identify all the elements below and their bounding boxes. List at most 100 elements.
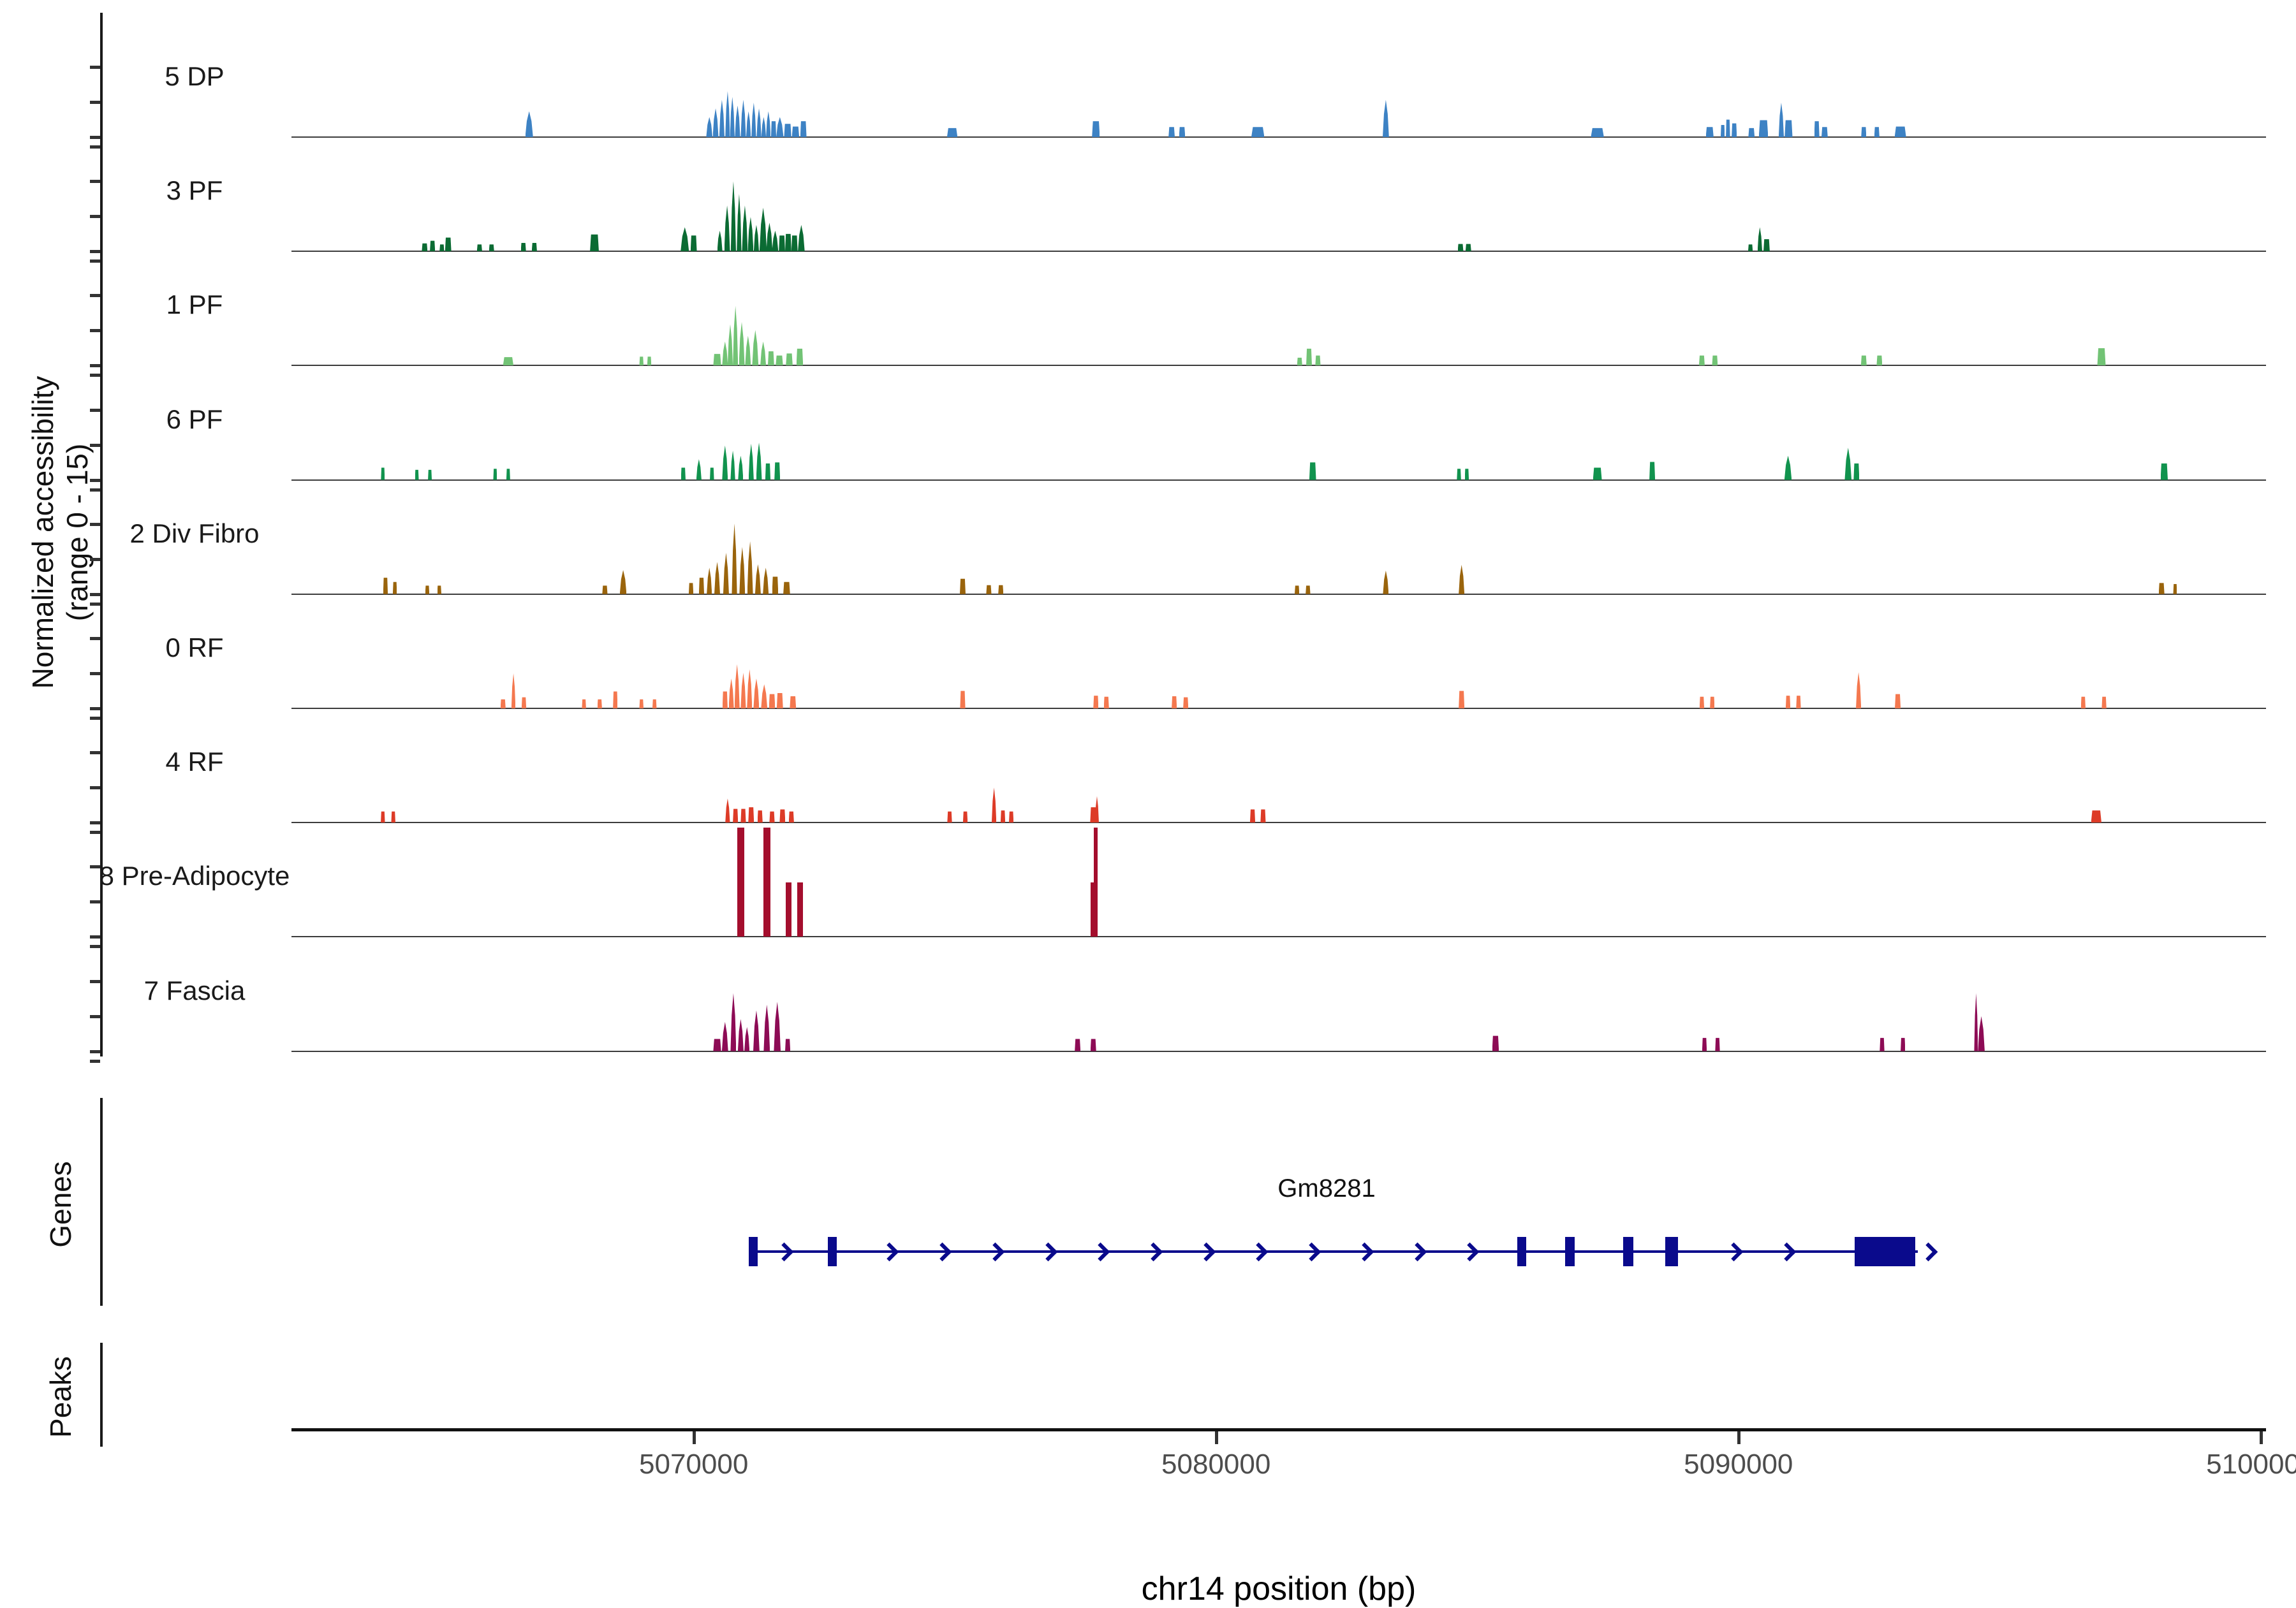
y-axis-tick [90, 900, 100, 903]
coverage-peak [786, 353, 793, 366]
coverage-peak [745, 336, 751, 366]
coverage-peak [797, 882, 803, 937]
coverage-peak [1856, 672, 1861, 708]
gene-exon [749, 1237, 758, 1266]
coverage-peak [960, 689, 965, 708]
coverage-peak [747, 217, 753, 251]
strand-arrow-icon [1408, 1243, 1427, 1262]
coverage-peak [493, 468, 497, 480]
track-baseline [291, 822, 2266, 823]
coverage-peak [740, 673, 746, 708]
strand-arrow-icon [1091, 1243, 1110, 1262]
coverage-peak [1183, 696, 1188, 708]
coverage-peak [521, 242, 526, 251]
y-axis-tick [90, 558, 100, 561]
coverage-peak [767, 223, 773, 251]
coverage-peak [1009, 810, 1013, 822]
track-label-7-fascia: 7 Fascia [35, 975, 354, 1007]
coverage-peak [771, 120, 776, 137]
coverage-peak [381, 467, 385, 480]
coverage-peak [1001, 810, 1005, 823]
coverage-peak [766, 112, 770, 138]
coverage-peak [2173, 583, 2177, 594]
x-axis-tick-label: 5070000 [592, 1449, 796, 1480]
coverage-peak [639, 356, 644, 365]
coverage-peak [425, 585, 430, 594]
coverage-peak [963, 810, 968, 822]
coverage-peak [1094, 828, 1098, 937]
coverage-peak [438, 585, 442, 594]
coverage-peak [744, 1027, 749, 1051]
coverage-peak [391, 810, 395, 822]
strand-arrow-icon [1144, 1243, 1163, 1262]
strand-arrow-icon [1355, 1243, 1374, 1262]
coverage-peak [740, 808, 746, 822]
coverage-peak [785, 233, 791, 252]
y-axis-tick [90, 409, 100, 412]
coverage-peak [489, 244, 494, 252]
coverage-peak [2097, 347, 2105, 366]
coverage-peak [740, 100, 746, 138]
coverage-peak [748, 806, 754, 822]
coverage-peak [1492, 1035, 1499, 1051]
coverage-peak [1593, 467, 1602, 480]
coverage-peak [2081, 696, 2086, 708]
coverage-peak [769, 810, 774, 822]
coverage-peak [689, 582, 693, 594]
coverage-peak [1710, 696, 1714, 708]
coverage-peak [1844, 448, 1851, 479]
coverage-peak [1880, 1037, 1884, 1051]
y-axis-tick [90, 603, 100, 606]
coverage-peak [1458, 244, 1464, 252]
coverage-peak [1250, 808, 1255, 823]
strand-arrow-icon [1725, 1243, 1744, 1262]
coverage-peak [1699, 354, 1705, 365]
coverage-peak [742, 205, 747, 251]
track-baseline [291, 1051, 2266, 1052]
coverage-peak [1168, 126, 1175, 137]
coverage-peak [503, 356, 513, 365]
coverage-peak [1092, 120, 1100, 137]
coverage-peak [746, 112, 751, 138]
coverage-peak [1251, 126, 1264, 137]
coverage-peak [598, 699, 602, 708]
coverage-peak [731, 181, 736, 251]
y-axis-tick [90, 593, 100, 596]
y-axis-tick [90, 215, 100, 218]
x-axis-tick-label: 5090000 [1637, 1449, 1841, 1480]
coverage-peak [1895, 693, 1901, 708]
strand-arrow-icon [1196, 1243, 1216, 1262]
coverage-peak [725, 205, 730, 251]
coverage-peak [738, 456, 743, 480]
y-axis-tick [90, 707, 100, 710]
coverage-peak [706, 117, 712, 138]
coverage-peak [1309, 461, 1316, 480]
peaks-section-label: Peaks [43, 1269, 78, 1524]
coverage-peak [735, 664, 740, 708]
y-axis-tick [90, 672, 100, 675]
coverage-peak [713, 353, 721, 366]
coverage-peak [1785, 119, 1792, 137]
y-axis-tick [90, 1015, 100, 1018]
coverage-peak [732, 523, 737, 594]
coverage-peak [776, 354, 783, 365]
coverage-peak [1861, 354, 1867, 365]
coverage-peak [1758, 227, 1762, 251]
coverage-peak [1172, 695, 1177, 708]
y-axis-tick [90, 145, 100, 149]
y-axis-tick [90, 374, 100, 377]
y-axis-tick [90, 329, 100, 332]
coverage-peak [1383, 571, 1388, 594]
coverage-peak [797, 347, 804, 366]
coverage-peak [735, 106, 740, 138]
coverage-peak [792, 126, 799, 137]
coverage-peak [1876, 354, 1882, 365]
coverage-peak [1759, 119, 1769, 137]
genes-bracket-line [100, 1098, 103, 1306]
coverage-peak [718, 231, 723, 251]
strand-arrow-icon [880, 1243, 899, 1262]
coverage-peak [779, 234, 785, 251]
coverage-peak [1715, 1037, 1719, 1051]
coverage-peak [753, 678, 759, 708]
gene-name-label: Gm8281 [1199, 1174, 1454, 1203]
